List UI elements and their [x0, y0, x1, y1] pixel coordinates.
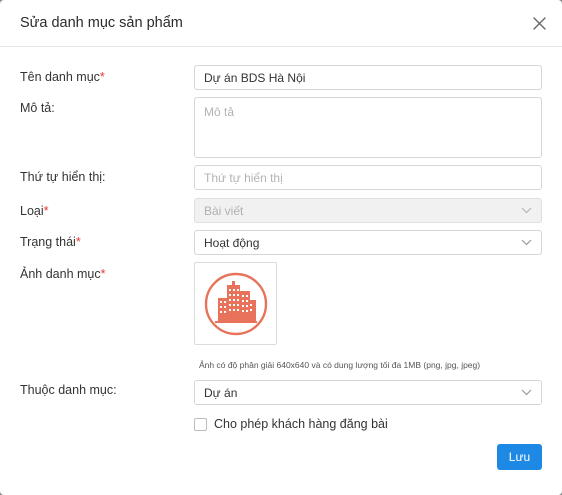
- allow-posting-checkbox[interactable]: [194, 417, 207, 431]
- required-asterisk: *: [99, 70, 105, 84]
- close-icon: [532, 16, 546, 30]
- description-label: Mô tả:: [20, 101, 55, 115]
- parent-category-value: Dự án: [204, 385, 238, 400]
- image-label: Ảnh danh mục*: [20, 267, 105, 281]
- name-input[interactable]: [194, 65, 542, 90]
- order-label: Thứ tự hiển thị:: [20, 170, 106, 184]
- save-button[interactable]: Lưu: [497, 444, 542, 470]
- buildings-icon: [204, 272, 267, 335]
- status-label: Trạng thái*: [20, 235, 81, 249]
- dialog-header: Sửa danh mục sản phẩm: [0, 0, 562, 47]
- name-label: Tên danh mục*: [20, 70, 105, 84]
- allow-posting-option[interactable]: Cho phép khách hàng đăng bài: [194, 417, 388, 431]
- image-label-text: Ảnh danh mục: [20, 267, 101, 281]
- category-image-upload[interactable]: [194, 262, 277, 345]
- chevron-down-icon: [520, 205, 532, 217]
- required-asterisk: *: [43, 204, 49, 218]
- type-select-value: Bài viết: [204, 203, 244, 218]
- parent-category-select[interactable]: Dự án: [194, 380, 542, 405]
- image-hint: Ảnh có độ phân giải 640x640 và có dung l…: [199, 360, 481, 370]
- status-select-value: Hoạt động: [204, 235, 260, 250]
- dialog-title: Sửa danh mục sản phẩm: [20, 15, 183, 31]
- type-select: Bài viết: [194, 198, 542, 223]
- description-textarea[interactable]: [194, 97, 542, 158]
- parent-category-label: Thuộc danh mục:: [20, 383, 117, 397]
- required-asterisk: *: [75, 235, 81, 249]
- type-label-text: Loại: [20, 204, 44, 218]
- status-label-text: Trạng thái: [20, 235, 76, 249]
- allow-posting-label: Cho phép khách hàng đăng bài: [214, 417, 388, 431]
- status-select[interactable]: Hoạt động: [194, 230, 542, 255]
- edit-category-dialog: Sửa danh mục sản phẩm Tên danh mục* Mô t…: [0, 0, 562, 495]
- required-asterisk: *: [100, 267, 106, 281]
- name-label-text: Tên danh mục: [20, 70, 100, 84]
- chevron-down-icon: [520, 237, 532, 249]
- order-input[interactable]: [194, 165, 542, 190]
- close-button[interactable]: [528, 12, 550, 34]
- type-label: Loại*: [20, 204, 49, 218]
- chevron-down-icon: [520, 387, 532, 399]
